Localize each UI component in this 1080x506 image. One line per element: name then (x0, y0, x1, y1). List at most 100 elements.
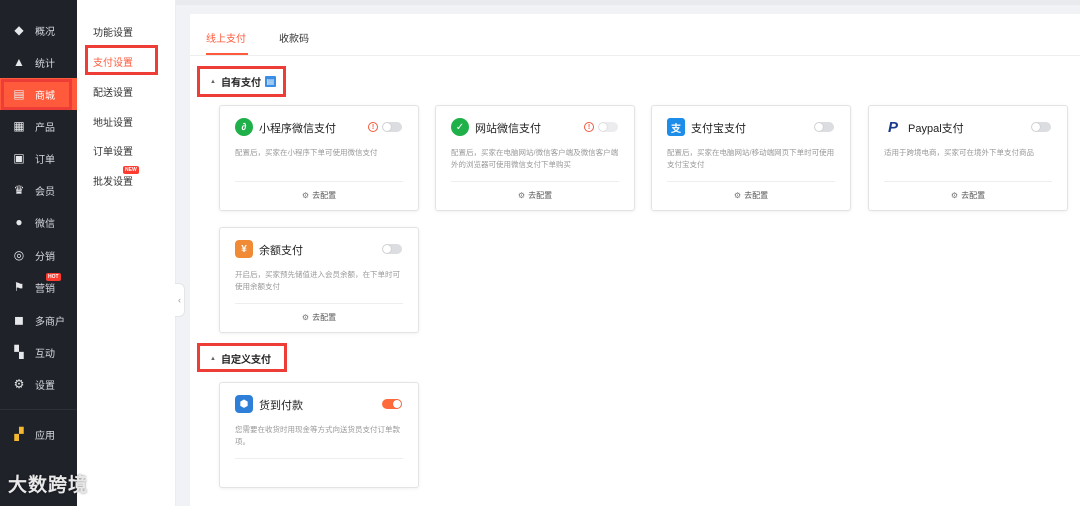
nav-item-wechat[interactable]: ● 微信 (0, 206, 77, 238)
gear-icon: ⚙ (13, 377, 25, 391)
interact-icon: ▚ (14, 345, 24, 359)
annotation-box-shop (1, 79, 72, 110)
users-icon: ◎ (13, 248, 25, 262)
configure-label: 去配置 (961, 191, 986, 200)
enable-toggle[interactable] (598, 122, 618, 132)
subnav-label: 批发设置 (93, 177, 133, 188)
card-divider (451, 181, 619, 182)
crown-icon: ♛ (13, 183, 25, 197)
nav-item-interaction[interactable]: ▚ 互动 (0, 336, 77, 368)
money-bag-icon: ¥ (235, 240, 253, 258)
card-divider (667, 181, 835, 182)
subnav-item-order[interactable]: 订单设置 (93, 143, 133, 158)
payment-card-paypal: P Paypal支付 适用于跨境电商，买家可在境外下单支付商品 ⚙ 去配置 (868, 105, 1068, 211)
payment-card-site-wechat: ✓ 网站微信支付 ! 配置后，买家在电脑网站/微信客户端及微信客户端外的浏览器可… (435, 105, 635, 211)
payment-card-balance: ¥ 余额支付 开启后，买家预先储值进入会员余额，在下单时可使用余额支付 ⚙ 去配置 (219, 227, 419, 333)
delivery-icon: ⬢ (235, 395, 253, 413)
card-title: 支付宝支付 (691, 123, 746, 135)
wechat-icon: ✓ (451, 118, 469, 136)
configure-label: 去配置 (312, 191, 337, 200)
top-bar (176, 0, 1080, 5)
active-tab-indicator (206, 53, 248, 55)
nav-item-orders[interactable]: ▣ 订单 (0, 142, 77, 174)
enable-toggle[interactable] (382, 122, 402, 132)
wechat-icon: ● (15, 215, 23, 229)
subnav-item-wholesale[interactable]: 批发设置 NEW (93, 166, 139, 188)
card-divider (235, 458, 403, 459)
nav-label: 产品 (35, 122, 55, 134)
hot-badge: HOT (46, 273, 61, 281)
new-badge: NEW (123, 166, 139, 174)
configure-button[interactable]: ⚙ 去配置 (869, 190, 1067, 201)
payment-card-cod: ⬢ 货到付款 您需要在收货时用现金等方式向送货员支付订单款项。 (219, 382, 419, 488)
nav-label: 互动 (35, 348, 55, 360)
tab-online-payment[interactable]: 线上支付 (206, 30, 246, 45)
settings-icon: ⚙ (301, 191, 310, 200)
enable-toggle[interactable] (1031, 122, 1051, 132)
subnav-item-function[interactable]: 功能设置 (93, 24, 133, 39)
warning-icon[interactable]: ! (584, 122, 594, 132)
alipay-icon: 支 (667, 118, 685, 136)
configure-label: 去配置 (528, 191, 553, 200)
card-title: 小程序微信支付 (259, 123, 336, 135)
annotation-box-payment-settings (85, 45, 158, 75)
settings-subnav: 功能设置 支付设置 配送设置 地址设置 订单设置 批发设置 NEW (77, 0, 176, 506)
payment-settings-panel: 线上支付 收款码 ▲ 自有支付 ▤ ∂ 小程序微信支付 ! 配置后，买家在小程序… (190, 14, 1080, 506)
nav-item-marketing[interactable]: ⚑ 营销 HOT (0, 271, 77, 303)
nav-divider (0, 409, 77, 410)
annotation-box-own-payment (197, 66, 286, 97)
annotation-box-custom-payment (197, 343, 287, 372)
wechat-pay-icon: ∂ (235, 118, 253, 136)
card-title: 货到付款 (259, 400, 303, 412)
card-title: 网站微信支付 (475, 123, 541, 135)
nav-item-products[interactable]: ▦ 产品 (0, 110, 77, 142)
nav-item-settings[interactable]: ⚙ 设置 (0, 368, 77, 400)
nav-item-apps[interactable]: ▞ 应用 (0, 418, 77, 450)
settings-icon: ⚙ (733, 191, 742, 200)
nav-label: 设置 (35, 380, 55, 392)
nav-label: 统计 (35, 58, 55, 70)
nav-item-multi-merchant[interactable]: ◼ 多商户 (0, 304, 77, 336)
configure-button[interactable]: ⚙ 去配置 (652, 190, 850, 201)
configure-button[interactable]: ⚙ 去配置 (220, 312, 418, 323)
payment-tabs: 线上支付 收款码 (190, 14, 1080, 56)
card-description: 配置后，买家在电脑网站/移动端网页下单时可使用支付宝支付 (667, 148, 835, 169)
enable-toggle[interactable] (382, 244, 402, 254)
nav-item-members[interactable]: ♛ 会员 (0, 174, 77, 206)
nav-label: 多商户 (35, 316, 65, 328)
settings-icon: ⚙ (517, 191, 526, 200)
card-description: 您需要在收货时用现金等方式向送货员支付订单款项。 (235, 425, 400, 446)
card-divider (235, 303, 403, 304)
card-description: 配置后，买家在小程序下单可使用微信支付 (235, 148, 378, 157)
main-sidebar: ◆ 概况 ▲ 统计 ▤ 商城 ▦ 产品 ▣ 订单 ♛ 会员 ● 微信 ◎ 分销 … (0, 0, 77, 506)
payment-card-alipay: 支 支付宝支付 配置后，买家在电脑网站/移动端网页下单时可使用支付宝支付 ⚙ 去配… (651, 105, 851, 211)
grid-icon: ▦ (13, 119, 25, 133)
settings-icon: ⚙ (950, 191, 959, 200)
warning-icon[interactable]: ! (368, 122, 378, 132)
configure-label: 去配置 (312, 313, 337, 322)
paypal-icon: P (887, 118, 898, 136)
configure-button[interactable]: ⚙ 去配置 (220, 190, 418, 201)
chevron-left-icon: ‹ (178, 295, 181, 305)
flag-icon: ⚑ (13, 280, 25, 294)
nav-label: 分销 (35, 251, 55, 263)
subnav-item-delivery[interactable]: 配送设置 (93, 84, 133, 99)
card-divider (235, 181, 403, 182)
configure-button[interactable]: ⚙ 去配置 (436, 190, 634, 201)
tab-payment-qr[interactable]: 收款码 (279, 30, 309, 45)
card-title: 余额支付 (259, 245, 303, 257)
chart-icon: ▲ (13, 55, 25, 69)
card-description: 开启后，买家预先储值进入会员余额，在下单时可使用余额支付 (235, 270, 400, 291)
collapse-sidebar-button[interactable]: ‹ (175, 283, 185, 317)
nav-label: 营销 (35, 283, 55, 295)
card-divider (884, 181, 1052, 182)
enable-toggle[interactable] (382, 399, 402, 409)
nav-item-overview[interactable]: ◆ 概况 (0, 14, 77, 46)
merchant-icon: ◼ (14, 313, 24, 327)
nav-item-distribution[interactable]: ◎ 分销 (0, 239, 77, 271)
payment-card-mini-wechat: ∂ 小程序微信支付 ! 配置后，买家在小程序下单可使用微信支付 ⚙ 去配置 (219, 105, 419, 211)
nav-item-stats[interactable]: ▲ 统计 (0, 46, 77, 78)
subnav-item-address[interactable]: 地址设置 (93, 114, 133, 129)
nav-label: 微信 (35, 218, 55, 230)
enable-toggle[interactable] (814, 122, 834, 132)
